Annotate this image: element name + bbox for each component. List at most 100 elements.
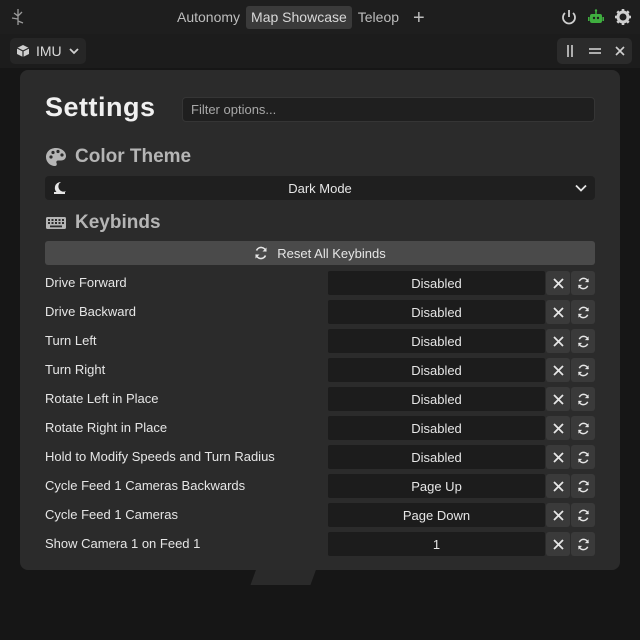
keybinds-heading: Keybinds bbox=[75, 212, 161, 233]
keybind-value-field[interactable]: Disabled bbox=[328, 329, 545, 353]
tab-bar: Autonomy Map Showcase Teleop + bbox=[172, 6, 425, 29]
refresh-icon bbox=[255, 246, 268, 260]
tab-teleop[interactable]: Teleop bbox=[353, 6, 404, 29]
close-icon bbox=[552, 451, 564, 463]
clear-keybind-button[interactable] bbox=[546, 329, 570, 353]
close-icon bbox=[552, 480, 564, 492]
reset-keybind-button[interactable] bbox=[571, 358, 595, 382]
close-icon bbox=[552, 364, 564, 376]
tab-map-showcase[interactable]: Map Showcase bbox=[246, 6, 352, 29]
color-theme-heading: Color Theme bbox=[75, 146, 192, 167]
widget-selector-button[interactable]: IMU bbox=[10, 38, 86, 64]
keybind-label: Hold to Modify Speeds and Turn Radius bbox=[45, 449, 275, 464]
keybind-label: Cycle Feed 1 Cameras bbox=[45, 507, 178, 522]
cube-icon bbox=[16, 45, 30, 57]
clear-keybind-button[interactable] bbox=[546, 271, 570, 295]
close-widget-button[interactable] bbox=[607, 38, 632, 64]
close-icon bbox=[552, 538, 564, 550]
clear-keybind-button[interactable] bbox=[546, 445, 570, 469]
clear-keybind-button[interactable] bbox=[546, 358, 570, 382]
refresh-icon bbox=[577, 538, 589, 550]
clear-keybind-button[interactable] bbox=[546, 503, 570, 527]
keybind-list: Drive Forward Disabled Drive Backward Di… bbox=[45, 270, 595, 560]
reset-keybind-button[interactable] bbox=[571, 532, 595, 556]
reset-keybind-button[interactable] bbox=[571, 503, 595, 527]
close-icon bbox=[552, 393, 564, 405]
reset-all-keybinds-button[interactable]: Reset All Keybinds bbox=[45, 241, 595, 265]
close-icon bbox=[552, 277, 564, 289]
keybind-row: Drive Forward Disabled bbox=[45, 270, 595, 299]
reset-keybind-button[interactable] bbox=[571, 329, 595, 353]
widget-bar: IMU bbox=[0, 34, 640, 68]
close-icon bbox=[614, 46, 625, 56]
keybind-label: Cycle Feed 1 Cameras Backwards bbox=[45, 478, 246, 493]
keybind-label: Turn Left bbox=[45, 333, 97, 348]
keybind-row: Cycle Feed 1 Cameras Backwards Page Up bbox=[45, 473, 595, 502]
reset-keybind-button[interactable] bbox=[571, 271, 595, 295]
keybind-row: Cycle Feed 1 Cameras Page Down bbox=[45, 502, 595, 531]
keybind-value-field[interactable]: Disabled bbox=[328, 416, 545, 440]
color-theme-value: Dark Mode bbox=[288, 180, 352, 196]
reset-keybind-button[interactable] bbox=[571, 387, 595, 411]
color-theme-section-header: Color Theme bbox=[45, 146, 191, 168]
keybinds-section-header: Keybinds bbox=[45, 212, 161, 234]
widget-selector-label: IMU bbox=[36, 43, 62, 59]
window-controls bbox=[557, 38, 632, 64]
rows-icon bbox=[588, 48, 601, 54]
chevron-down-icon bbox=[575, 184, 587, 192]
gear-icon[interactable] bbox=[614, 8, 632, 26]
top-bar: Autonomy Map Showcase Teleop + bbox=[0, 0, 640, 34]
reset-keybind-button[interactable] bbox=[571, 445, 595, 469]
color-theme-select[interactable]: Dark Mode bbox=[45, 176, 595, 200]
keybind-label: Turn Right bbox=[45, 362, 106, 377]
close-icon bbox=[552, 509, 564, 521]
page-title: Settings bbox=[45, 92, 156, 122]
clear-keybind-button[interactable] bbox=[546, 474, 570, 498]
keybind-value-field[interactable]: Page Down bbox=[328, 503, 545, 527]
palette-icon bbox=[46, 148, 66, 166]
clear-keybind-button[interactable] bbox=[546, 532, 570, 556]
keybind-label: Drive Backward bbox=[45, 304, 137, 319]
keybind-row: Show Camera 1 on Feed 1 1 bbox=[45, 531, 595, 560]
clear-keybind-button[interactable] bbox=[546, 300, 570, 324]
clear-keybind-button[interactable] bbox=[546, 387, 570, 411]
moon-icon bbox=[54, 181, 66, 194]
keybind-label: Rotate Right in Place bbox=[45, 420, 168, 435]
refresh-icon bbox=[577, 451, 589, 463]
add-tab-button[interactable]: + bbox=[413, 8, 425, 28]
keybind-label: Show Camera 1 on Feed 1 bbox=[45, 536, 201, 551]
reset-keybind-button[interactable] bbox=[571, 300, 595, 324]
close-icon bbox=[552, 335, 564, 347]
refresh-icon bbox=[577, 480, 589, 492]
refresh-icon bbox=[577, 277, 589, 289]
refresh-icon bbox=[577, 335, 589, 347]
refresh-icon bbox=[577, 364, 589, 376]
top-icons bbox=[560, 8, 632, 26]
keybind-row: Drive Backward Disabled bbox=[45, 299, 595, 328]
reset-keybind-button[interactable] bbox=[571, 416, 595, 440]
split-columns-button[interactable] bbox=[557, 38, 582, 64]
keybind-value-field[interactable]: Disabled bbox=[328, 358, 545, 382]
keyboard-icon bbox=[46, 217, 66, 229]
keybind-row: Rotate Right in Place Disabled bbox=[45, 415, 595, 444]
split-rows-button[interactable] bbox=[582, 38, 607, 64]
power-icon[interactable] bbox=[560, 8, 578, 26]
keybind-label: Rotate Left in Place bbox=[45, 391, 159, 406]
keybind-value-field[interactable]: 1 bbox=[328, 532, 545, 556]
keybind-value-field[interactable]: Disabled bbox=[328, 387, 545, 411]
keybind-value-field[interactable]: Page Up bbox=[328, 474, 545, 498]
refresh-icon bbox=[577, 306, 589, 318]
robot-icon[interactable] bbox=[587, 8, 605, 26]
keybind-label: Drive Forward bbox=[45, 275, 127, 290]
columns-icon bbox=[566, 45, 573, 57]
settings-panel: Settings Color Theme Dark Mode bbox=[20, 70, 620, 570]
reset-keybind-button[interactable] bbox=[571, 474, 595, 498]
keybind-value-field[interactable]: Disabled bbox=[328, 300, 545, 324]
keybind-value-field[interactable]: Disabled bbox=[328, 445, 545, 469]
tab-autonomy[interactable]: Autonomy bbox=[172, 6, 245, 29]
clear-keybind-button[interactable] bbox=[546, 416, 570, 440]
chevron-down-icon bbox=[69, 48, 79, 55]
keybind-value-field[interactable]: Disabled bbox=[328, 271, 545, 295]
app-logo-icon[interactable] bbox=[8, 7, 28, 27]
filter-input[interactable] bbox=[182, 97, 595, 122]
